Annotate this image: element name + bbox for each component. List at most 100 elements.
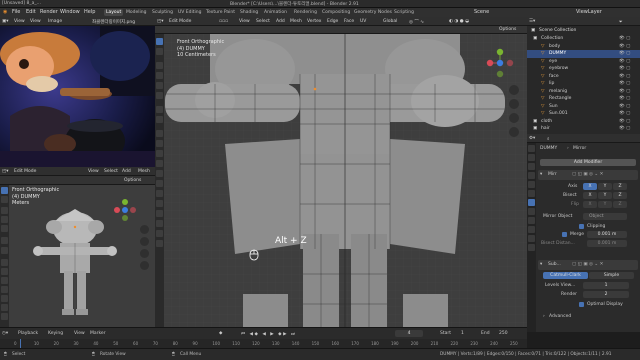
tab-texture-paint[interactable]: Texture Paint: [204, 9, 237, 16]
camera-view-icon[interactable]: [140, 249, 149, 258]
add-modifier-button[interactable]: Add Modifier: [540, 159, 636, 166]
view-layer-selector[interactable]: ViewLayer: [576, 9, 602, 15]
mirror-modifier-header[interactable]: ▾ Mirr ▢ ◱ ▣ ◎ ⌄ ✕: [538, 170, 638, 180]
visibility-icon[interactable]: 👁 ▢: [619, 96, 630, 101]
select-tool-icon[interactable]: [156, 38, 163, 45]
options-dropdown[interactable]: Options: [124, 178, 141, 183]
tab-compositing[interactable]: Compositing: [320, 9, 352, 16]
smooth-tool-icon[interactable]: [156, 200, 163, 207]
cursor-tool-icon[interactable]: [156, 48, 163, 55]
image-view-menu-2[interactable]: View: [30, 19, 41, 24]
perspective-toggle-icon[interactable]: [509, 127, 519, 137]
flip-z-toggle[interactable]: Z: [613, 201, 627, 208]
cursor-tool-icon[interactable]: [1, 196, 8, 203]
end-value[interactable]: 250: [499, 331, 508, 336]
rotate-tool-icon[interactable]: [1, 216, 8, 223]
menu-view[interactable]: View: [239, 19, 250, 24]
menu-mesh[interactable]: Mesh: [138, 169, 150, 174]
rip-tool-icon[interactable]: [156, 240, 163, 247]
image-name-field[interactable]: 좌클렌더링이미지.png: [92, 19, 135, 25]
current-frame-field[interactable]: 4: [395, 330, 423, 337]
menu-help[interactable]: Help: [84, 9, 95, 15]
visibility-icon[interactable]: 👁 ▢: [619, 44, 630, 49]
spin-tool-icon[interactable]: [1, 313, 8, 320]
playback-controls[interactable]: ⏮ ◀◆ ◀ ▶ ◆▶ ⏭: [241, 331, 297, 337]
render-tab-icon[interactable]: [528, 154, 535, 161]
menu-uv[interactable]: UV: [360, 19, 366, 24]
editor-type-icon[interactable]: ◰▾: [157, 19, 164, 24]
material-tab-icon[interactable]: [528, 244, 535, 251]
visibility-icon[interactable]: 👁 ▢: [619, 36, 630, 41]
scale-tool-icon[interactable]: [1, 225, 8, 232]
shear-tool-icon[interactable]: [156, 230, 163, 237]
menu-window[interactable]: Window: [60, 9, 80, 15]
inset-tool-icon[interactable]: [156, 140, 163, 147]
visibility-icon[interactable]: 👁 ▢: [619, 74, 630, 79]
bisect-distance-field[interactable]: 0.001 m: [587, 240, 627, 247]
transform-tool-icon[interactable]: [156, 92, 163, 99]
move-tool-icon[interactable]: [156, 62, 163, 69]
polybuild-tool-icon[interactable]: [1, 304, 8, 311]
annotate-tool-icon[interactable]: [156, 106, 163, 113]
image-menu[interactable]: Image: [48, 19, 62, 24]
keyframe-icon[interactable]: ◆: [219, 331, 222, 336]
data-tab-icon[interactable]: [528, 235, 535, 242]
editor-type-icon[interactable]: ⚙▾: [529, 136, 535, 141]
mirror-object-field[interactable]: Object: [583, 213, 627, 220]
pan-icon[interactable]: [140, 237, 149, 246]
outliner-item-hair[interactable]: ▣ hair 👁 ▢: [527, 125, 640, 133]
bisect-y-toggle[interactable]: Y: [598, 192, 612, 199]
transform-orientation[interactable]: Global: [383, 19, 397, 24]
image-view-menu[interactable]: View: [14, 19, 25, 24]
menu-select[interactable]: Select: [256, 19, 270, 24]
merge-distance-field[interactable]: 0.001 m: [587, 231, 627, 238]
knife-tool-icon[interactable]: [1, 295, 8, 302]
vertex-select-icon[interactable]: ▫▫▫: [219, 19, 228, 24]
secondary-3d-viewport[interactable]: ◰▾ Edit Mode View Select Add Mesh Option…: [0, 167, 155, 327]
constraints-tab-icon[interactable]: [528, 226, 535, 233]
polybuild-tool-icon[interactable]: [156, 180, 163, 187]
mode-selector[interactable]: Edit Mode: [169, 19, 191, 24]
bisect-z-toggle[interactable]: Z: [613, 192, 627, 199]
pivot-icon[interactable]: ◎ ⌒ ∿: [409, 19, 424, 25]
menu-add[interactable]: Add: [122, 169, 131, 174]
menu-edge[interactable]: Edge: [327, 19, 338, 24]
advanced-section-toggle[interactable]: ›: [543, 314, 545, 319]
collapse-icon[interactable]: ▾: [540, 262, 542, 267]
loopcut-tool-icon[interactable]: [156, 160, 163, 167]
pan-icon[interactable]: [509, 99, 519, 109]
collapse-icon[interactable]: ▾: [540, 172, 542, 177]
menu-marker[interactable]: Marker: [90, 331, 106, 336]
visibility-icon[interactable]: 👁 ▢: [619, 81, 630, 86]
rotate-tool-icon[interactable]: [156, 72, 163, 79]
merge-checkbox[interactable]: [562, 232, 567, 237]
world-tab-icon[interactable]: [528, 181, 535, 188]
visibility-icon[interactable]: 👁 ▢: [619, 66, 630, 71]
menu-view[interactable]: View: [88, 169, 99, 174]
outliner-scene-collection[interactable]: ▣ Scene Collection: [527, 27, 640, 35]
scene-tab-icon[interactable]: [528, 172, 535, 179]
inset-tool-icon[interactable]: [1, 268, 8, 275]
menu-view[interactable]: View: [74, 331, 85, 336]
navigation-gizmo[interactable]: [485, 47, 515, 79]
menu-face[interactable]: Face: [344, 19, 354, 24]
axis-z-toggle[interactable]: Z: [613, 183, 627, 190]
menu-playback[interactable]: Playback: [18, 331, 38, 336]
timeline-ruler[interactable]: 0 10 20 30 40 50 60 70 80 90 100 110 120 130 140 150 160…: [0, 339, 527, 348]
visibility-icon[interactable]: 👁 ▢: [619, 126, 630, 131]
tab-rendering[interactable]: Rendering: [292, 9, 319, 16]
simple-tab[interactable]: Simple: [589, 272, 634, 279]
tab-scripting[interactable]: Scripting: [392, 9, 416, 16]
select-tool-icon[interactable]: [1, 187, 8, 194]
flip-y-toggle[interactable]: Y: [598, 201, 612, 208]
filter-icon[interactable]: ⏷: [619, 19, 623, 25]
blender-logo-icon[interactable]: ◉: [3, 9, 7, 15]
subsurf-modifier-header[interactable]: ▾ Sub... ▢ ◱ ▣ ◎ ⌄ ✕: [538, 260, 638, 270]
axis-x-toggle[interactable]: X: [583, 183, 597, 190]
spin-tool-icon[interactable]: [156, 190, 163, 197]
bevel-tool-icon[interactable]: [1, 277, 8, 284]
menu-keying[interactable]: Keying: [48, 331, 63, 336]
editor-type-icon[interactable]: ◷▾: [2, 331, 8, 336]
levels-viewport-field[interactable]: 1: [583, 282, 629, 289]
editor-type-icon[interactable]: ☰▾: [529, 19, 535, 24]
